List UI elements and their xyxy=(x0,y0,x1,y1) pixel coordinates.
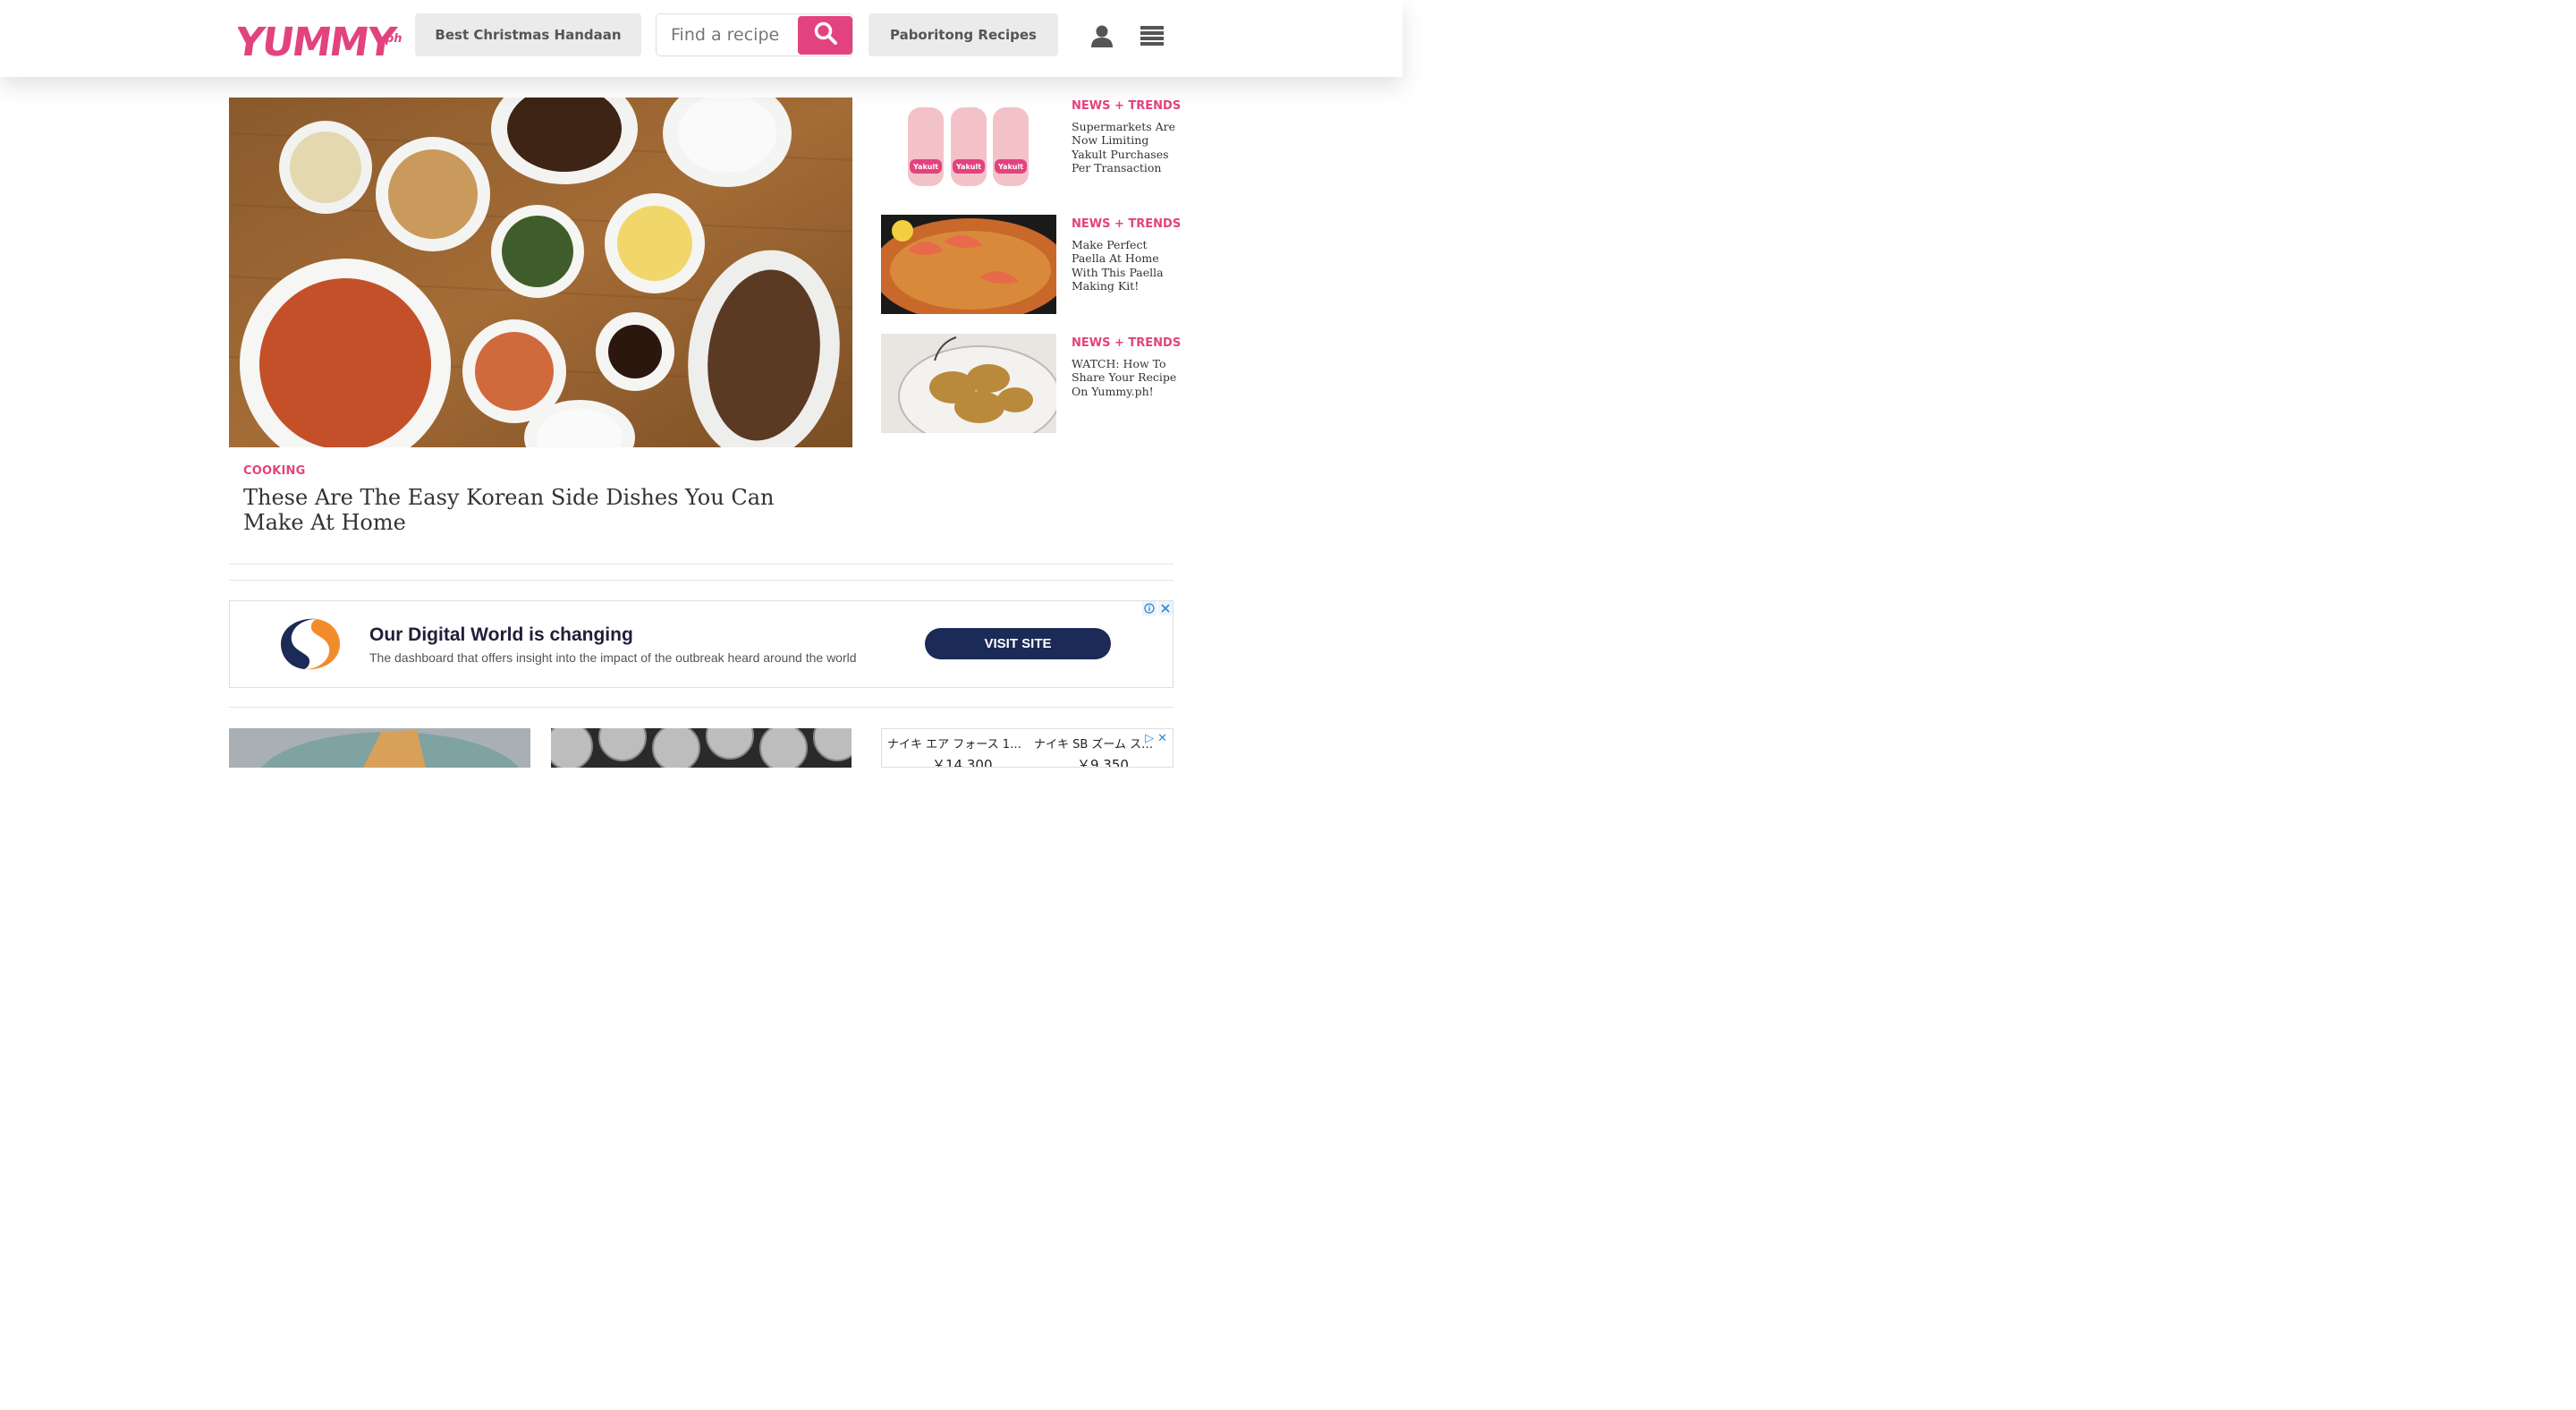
hero-category[interactable]: COOKING xyxy=(243,464,306,478)
article-thumbnail-pastry[interactable] xyxy=(229,728,530,768)
search-icon xyxy=(813,21,838,50)
user-icon[interactable] xyxy=(1089,23,1114,48)
paella-thumbnail xyxy=(881,215,1056,314)
info-icon[interactable] xyxy=(1142,601,1157,616)
svg-text:.ph: .ph xyxy=(381,32,402,46)
divider xyxy=(229,707,1174,708)
site-header: YUMMY .ph Best Christmas Handaan Paborit… xyxy=(0,0,1402,77)
divider xyxy=(229,564,1174,565)
menu-icon[interactable] xyxy=(1140,26,1164,46)
svg-text:YUMMY: YUMMY xyxy=(238,20,400,65)
shop-item-price: ￥14,300 xyxy=(932,757,993,768)
shop-item-price: ￥9,350 xyxy=(1077,757,1129,768)
shop-item-name[interactable]: ナイキ エア フォース 1… xyxy=(887,735,1021,752)
sidebar-title[interactable]: Supermarkets Are Now Limiting Yakult Pur… xyxy=(1072,120,1177,174)
sidebar-category[interactable]: NEWS + TRENDS xyxy=(1072,336,1181,350)
ad-play-icon[interactable]: ▷ xyxy=(1145,731,1154,745)
fried-chicken-thumbnail xyxy=(881,334,1056,433)
nav-paboritong-recipes[interactable]: Paboritong Recipes xyxy=(869,13,1058,56)
sidebar-article-paella[interactable]: NEWS + TRENDS Make Perfect Paella At Hom… xyxy=(881,215,1181,315)
bottle-label: Yakult xyxy=(997,163,1023,171)
yummy-logo-graphic: YUMMY .ph xyxy=(232,20,402,65)
divider xyxy=(229,580,1174,581)
sidebar-article-yakult[interactable]: Yakult Yakult Yakult NEWS + TRENDS Super… xyxy=(881,97,1181,197)
display-ad[interactable]: Our Digital World is changing The dashbo… xyxy=(229,600,1174,688)
visit-site-button[interactable]: VISIT SITE xyxy=(925,628,1111,659)
bottle-label: Yakult xyxy=(912,163,938,171)
ad-choices[interactable]: ▷ ✕ xyxy=(1145,731,1167,745)
search-box xyxy=(656,13,853,56)
sidebar-title[interactable]: WATCH: How To Share Your Recipe On Yummy… xyxy=(1072,357,1177,398)
search-input[interactable] xyxy=(657,14,798,55)
nav-best-christmas-handaan[interactable]: Best Christmas Handaan xyxy=(415,13,641,56)
ad-text: The dashboard that offers insight into t… xyxy=(369,650,857,665)
article-thumbnail-cans[interactable] xyxy=(551,728,852,768)
sidebar-article-share-recipe[interactable]: NEWS + TRENDS WATCH: How To Share Your R… xyxy=(881,334,1181,434)
bottle-label: Yakult xyxy=(955,163,981,171)
yummy-logo[interactable]: YUMMY .ph xyxy=(232,13,402,66)
hero-image-korean-side-dishes[interactable] xyxy=(229,98,852,447)
search-button[interactable] xyxy=(798,16,852,55)
sidebar-category[interactable]: NEWS + TRENDS xyxy=(1072,99,1181,113)
shopping-ad[interactable]: ナイキ エア フォース 1… ￥14,300 ナイキ SB ズーム ス… ￥9,… xyxy=(881,728,1174,768)
hero-title[interactable]: These Are The Easy Korean Side Dishes Yo… xyxy=(243,485,816,535)
close-icon[interactable] xyxy=(1158,601,1173,616)
ad-brand-logo xyxy=(281,616,340,673)
yakult-thumbnail: Yakult Yakult Yakult xyxy=(881,97,1056,196)
sidebar-category[interactable]: NEWS + TRENDS xyxy=(1072,217,1181,231)
close-icon[interactable]: ✕ xyxy=(1157,731,1167,745)
ad-headline[interactable]: Our Digital World is changing xyxy=(369,624,633,646)
sidebar-title[interactable]: Make Perfect Paella At Home With This Pa… xyxy=(1072,238,1177,293)
ad-choices[interactable] xyxy=(1142,601,1173,616)
